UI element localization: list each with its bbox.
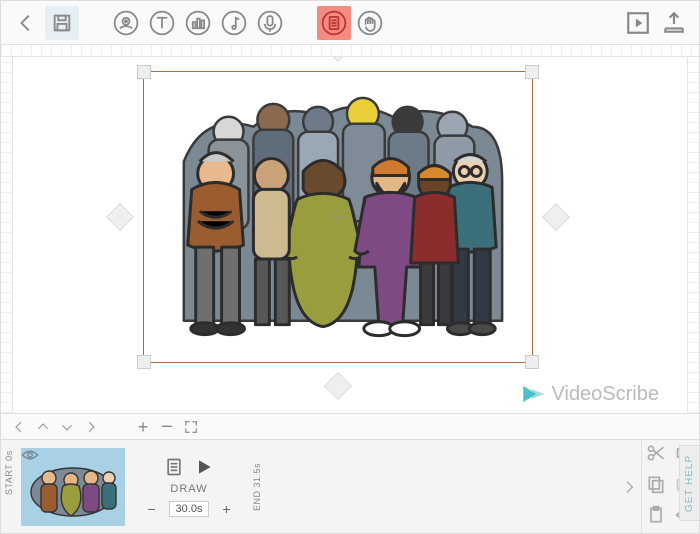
properties-icon — [320, 9, 348, 37]
brand-text: VideoScribe — [552, 383, 659, 406]
properties-button[interactable] — [317, 6, 351, 40]
cut-button[interactable] — [646, 443, 666, 468]
play-box-icon — [625, 10, 651, 36]
expand-icon — [183, 419, 199, 435]
clip-action-label: DRAW — [170, 483, 207, 495]
nudge-right[interactable] — [542, 203, 570, 231]
image-icon — [112, 9, 140, 37]
text-icon — [148, 9, 176, 37]
timeline: START 0s DRAW − — [1, 439, 699, 533]
copy-button[interactable] — [646, 474, 666, 499]
app-root: VideoScribe + − START 0s — [0, 0, 700, 534]
ruler-horizontal — [1, 45, 699, 57]
top-toolbar — [1, 1, 699, 45]
canvas-area: VideoScribe — [1, 57, 699, 413]
chevron-down-icon — [60, 420, 74, 434]
duration-value[interactable]: 30.0s — [169, 501, 210, 517]
resize-handle-bottom-left[interactable] — [137, 355, 151, 369]
clip-controls: DRAW − 30.0s + — [129, 440, 249, 533]
timeline-empty[interactable] — [265, 440, 617, 533]
visibility-icon — [21, 448, 39, 462]
scissors-icon — [646, 443, 666, 463]
get-help-tab[interactable]: GET HELP — [679, 445, 699, 521]
export-button[interactable] — [657, 6, 691, 40]
save-button[interactable] — [45, 6, 79, 40]
music-icon — [220, 9, 248, 37]
paste-button[interactable] — [646, 505, 666, 530]
center-marker — [329, 208, 347, 226]
insert-music-button[interactable] — [217, 6, 251, 40]
timeline-clip-thumbnail[interactable] — [21, 448, 125, 526]
record-voice-button[interactable] — [253, 6, 287, 40]
resize-handle-top-left[interactable] — [137, 65, 151, 79]
get-help-label: GET HELP — [684, 454, 695, 511]
videoscribe-logo-icon — [520, 381, 546, 407]
mic-icon — [256, 9, 284, 37]
hand-tool-button[interactable] — [353, 6, 387, 40]
chevron-up-icon — [36, 420, 50, 434]
arrow-right-button[interactable] — [81, 417, 101, 437]
resize-handle-top-right[interactable] — [525, 65, 539, 79]
view-bar: + − — [1, 413, 699, 439]
clipboard-icon — [646, 505, 666, 525]
zoom-out-button[interactable]: − — [157, 417, 177, 437]
chevron-left-icon — [12, 420, 26, 434]
save-icon — [51, 12, 73, 34]
canvas[interactable]: VideoScribe — [13, 57, 687, 413]
chevron-left-icon — [15, 12, 37, 34]
hand-icon — [356, 9, 384, 37]
preview-button[interactable] — [621, 6, 655, 40]
clip-properties-icon[interactable] — [164, 457, 184, 477]
timeline-next-button[interactable] — [617, 440, 641, 533]
duration-decrease-button[interactable]: − — [145, 502, 159, 516]
insert-text-button[interactable] — [145, 6, 179, 40]
duration-increase-button[interactable]: + — [219, 502, 233, 516]
zoom-in-button[interactable]: + — [133, 417, 153, 437]
play-icon[interactable] — [194, 457, 214, 477]
nudge-down[interactable] — [324, 372, 352, 400]
arrow-down-button[interactable] — [57, 417, 77, 437]
chevron-right-icon — [621, 479, 637, 495]
ruler-vertical-right — [687, 57, 699, 413]
insert-chart-button[interactable] — [181, 6, 215, 40]
export-icon — [661, 10, 687, 36]
copy-icon — [646, 474, 666, 494]
fit-screen-button[interactable] — [181, 417, 201, 437]
arrow-up-button[interactable] — [33, 417, 53, 437]
selection-bounds[interactable] — [143, 71, 533, 363]
resize-handle-bottom-right[interactable] — [525, 355, 539, 369]
timeline-end-label: END 31.5s — [249, 440, 265, 533]
nudge-left[interactable] — [106, 203, 134, 231]
nudge-up[interactable] — [324, 57, 352, 62]
brand-watermark: VideoScribe — [520, 381, 659, 407]
chevron-right-icon — [84, 420, 98, 434]
chart-icon — [184, 9, 212, 37]
timeline-start-label: START 0s — [1, 440, 17, 533]
back-button[interactable] — [9, 6, 43, 40]
insert-image-button[interactable] — [109, 6, 143, 40]
arrow-left-button[interactable] — [9, 417, 29, 437]
ruler-vertical — [1, 57, 13, 413]
